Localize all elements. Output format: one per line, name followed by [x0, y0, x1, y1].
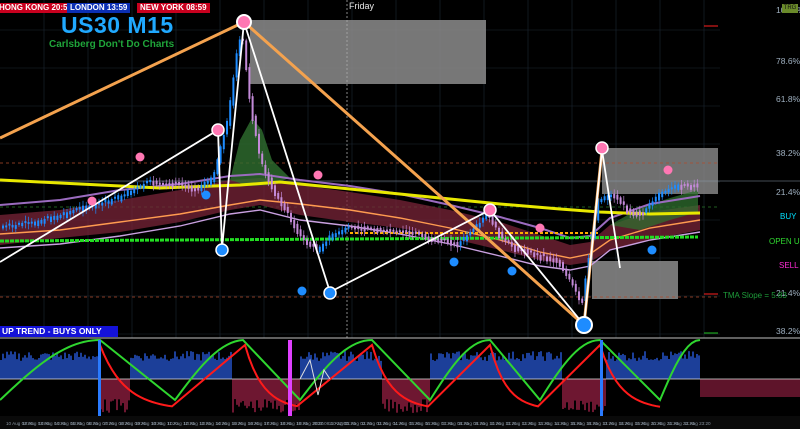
fib-level-label: 38.2%: [776, 148, 800, 158]
oscillator-marker-magenta: [288, 340, 292, 416]
buy-label: BUY: [780, 212, 797, 221]
pivot-low-marker: [575, 316, 593, 334]
pivot-low-marker: [215, 243, 229, 257]
signal-dot: [535, 223, 545, 233]
tma-slope-label: TMA Slope = 5.83: [723, 291, 787, 300]
supply-zone-right: [602, 148, 718, 194]
signal-dot: [647, 245, 657, 255]
chart-area[interactable]: 100.0% 78.6% 61.8% 38.2% 21.4% 21.4% 38.…: [0, 0, 800, 429]
signal-dot: [297, 286, 307, 296]
pivot-high-marker: [236, 14, 252, 30]
corner-badge[interactable]: TRG: [782, 4, 798, 13]
symbol-title: US30 M15: [61, 12, 174, 38]
sell-label: SELL: [779, 261, 799, 270]
fib-level-label: 61.8%: [776, 94, 800, 104]
signal-dot: [87, 196, 97, 206]
oscillator-marker-blue: [98, 340, 101, 416]
pivot-low-marker: [323, 286, 337, 300]
time-axis-label: 11 Aug 23:20: [684, 421, 711, 426]
tagline: Carlsberg Don't Do Charts: [49, 39, 175, 50]
fib-level-label: 78.6%: [776, 56, 800, 66]
signal-dot: [663, 165, 673, 175]
demand-zone-right: [592, 261, 678, 299]
signal-dot: [449, 257, 459, 267]
time-axis-labels: 10 Aug 02:0010 Aug 03:0010 Aug 04:2010 A…: [6, 421, 711, 426]
pivot-high-marker: [595, 141, 609, 155]
open-label: OPEN UP: [769, 237, 800, 246]
pivot-high-marker: [211, 123, 225, 137]
fib-level-label: 38.2%: [776, 326, 800, 336]
signal-dot: [135, 152, 145, 162]
day-separator-label: Friday: [349, 1, 375, 11]
supply-zone-upper: [250, 20, 486, 84]
trend-banner: UP TREND - BUYS ONLY: [0, 326, 118, 337]
signal-dot: [201, 190, 211, 200]
signal-dot: [313, 170, 323, 180]
pivot-high-marker: [483, 203, 497, 217]
oscillator-marker-blue: [600, 340, 603, 416]
fib-level-label: 21.4%: [776, 187, 800, 197]
signal-dot: [507, 266, 517, 276]
